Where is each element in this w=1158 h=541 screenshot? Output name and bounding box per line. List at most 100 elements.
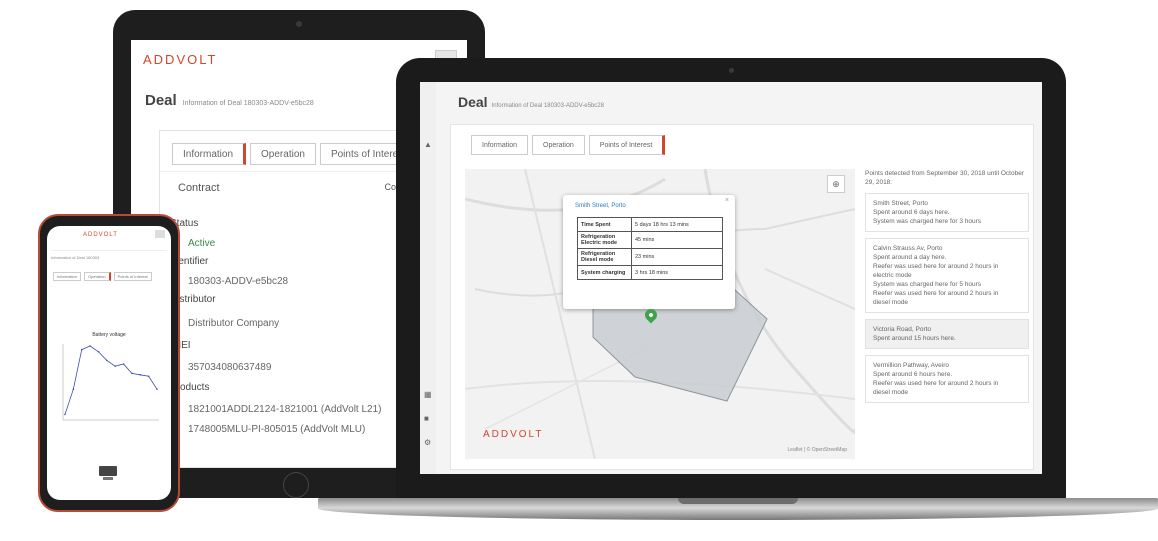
poi-detail: electric mode [873,272,912,279]
row-key: Refrigeration Diesel mode [577,248,632,266]
poi-name: Vermillion Pathway, Aveiro [873,362,949,369]
poi-container: Smith Street, Porto Spent around 6 days h… [865,193,1029,403]
tab-operation[interactable]: Operation [532,135,585,155]
truck-icon[interactable]: ■ [424,414,429,423]
data-point [80,348,83,351]
detected-range-text: Points detected from September 30, 2018 … [865,170,1024,186]
laptop-base [318,498,1158,520]
row-key: Time Spent [577,217,632,232]
page-title: Deal Information of Deal 180303-ADDV-e5bc… [145,92,314,109]
poi-detail: Spent around a day here. [873,254,947,261]
identifier-value: 180303-ADDV-e5bc28 [188,276,289,287]
data-point [64,413,66,416]
poi-card[interactable]: Victoria Road, Porto Spent around 15 hour… [865,319,1029,349]
laptop-camera [729,68,734,73]
data-point [156,388,158,390]
map-brand-logo: ADDVOLT [483,429,544,440]
table-row: Refrigeration Electric mode 45 mins [577,231,723,249]
phone-screen: ADDVOLT Information of Deal 180303 Infor… [47,226,171,500]
data-point [106,359,108,362]
map-popup: Smith Street, Porto × Time Spent 5 days 1… [563,195,735,309]
tablet-camera [296,21,302,27]
brand-logo: ADDVOLT [83,232,118,238]
battery-voltage-chart: Battery voltage [62,332,159,421]
poi-name: Smith Street, Porto [873,200,928,207]
page-subtitle: Information of Deal 180303-ADDV-e5bc28 [182,100,314,107]
poi-card[interactable]: Calvin Strauss Av, Porto Spent around a d… [865,238,1029,313]
tab-points-of-interest[interactable]: Points of Interest [113,272,152,281]
distributor-value: Distributor Company [188,318,280,329]
laptop-notch [678,498,798,504]
grid-icon[interactable]: ▦ [424,390,432,399]
truck-icon[interactable] [99,466,117,480]
tab-bar: Information Operation Points of Interest [471,135,669,155]
poi-card[interactable]: Vermillion Pathway, Aveiro Spent around 6… [865,355,1029,403]
row-value: 5 days 18 hrs 13 mins [631,217,723,232]
tab-operation[interactable]: Operation [250,143,316,165]
row-value: 3 hrs 18 mins [631,265,723,280]
imei-value: 357034080637489 [188,362,272,373]
sidebar: ▲ ▦ ■ ⚙ [420,82,436,474]
laptop-screen: ▲ ▦ ■ ⚙ Deal Information of Deal 180303-A… [420,82,1042,474]
data-point [97,350,100,353]
poi-detail: Reefer was used here for around 2 hours … [873,290,999,297]
page-title-text: Deal [458,94,488,110]
data-point [131,372,133,375]
table-row: System charging 3 hrs 18 mins [577,265,723,280]
brand-logo: ADDVOLT [143,52,218,67]
tab-information[interactable]: Information [53,272,82,281]
poi-detail: Spent around 6 hours here. [873,371,953,378]
close-icon[interactable]: × [725,197,729,204]
poi-detail: diesel mode [873,299,909,306]
poi-detail: Spent around 6 days here. [873,209,950,216]
row-key: Refrigeration Electric mode [577,231,632,249]
tab-information[interactable]: Information [172,143,247,165]
poi-name: Calvin Strauss Av, Porto [873,245,943,252]
page-subtitle: Information of Deal 180303-ADDV-e5bc28 [491,103,604,109]
page-title-text: Deal [145,92,177,109]
deal-card: Information Operation Points of Interest… [450,124,1034,470]
poi-detail: Reefer was used here for around 2 hours … [873,380,999,387]
row-value: 23 mins [631,248,723,266]
contract-label: Contract [178,182,220,194]
data-point [122,363,125,365]
crosshair-icon[interactable]: ⊕ [827,175,845,193]
map-view[interactable]: ⊕ Smith Street, Porto × Time Spent 5 days… [465,169,855,459]
poi-detail: Reefer was used here for around 2 hours … [873,263,999,270]
row-key: System charging [577,265,632,280]
gear-icon[interactable]: ⚙ [424,438,431,447]
poi-detail: diesel mode [873,389,909,396]
phone-device: ADDVOLT Information of Deal 180303 Infor… [38,214,180,512]
tab-information[interactable]: Information [471,135,529,155]
poi-detail: System was charged here for 3 hours [873,218,982,225]
data-point [72,388,75,390]
poi-detail: Spent around 15 hours here. [873,335,956,342]
table-row: Refrigeration Diesel mode 23 mins [577,248,723,266]
tablet-home-button [283,472,309,498]
product-item: 1748005MLU-PI-805015 (AddVolt MLU) [188,424,366,435]
row-value: 45 mins [631,231,723,249]
map-attribution[interactable]: Leaflet | © OpenStreetMap [788,447,847,453]
popup-title[interactable]: Smith Street, Porto [575,203,626,209]
tab-points-of-interest[interactable]: Points of Interest [588,135,666,155]
page-title: Deal Information of Deal 180303-ADDV-e5bc… [458,94,604,110]
data-point [89,345,91,347]
laptop-device: ▲ ▦ ■ ⚙ Deal Information of Deal 180303-A… [396,58,1066,498]
page-subtitle: Information of Deal 180303 [51,250,167,266]
chart-title: Battery voltage [92,332,126,338]
poi-list: Points detected from September 30, 2018 … [865,169,1029,459]
poi-card[interactable]: Smith Street, Porto Spent around 6 days h… [865,193,1029,232]
tab-bar: Information Operation Points of Interest [172,143,421,165]
data-point [139,374,142,376]
status-value: Active [188,238,216,249]
data-point [147,375,150,378]
popup-table: Time Spent 5 days 18 hrs 13 mins Refriger… [577,217,723,280]
poi-name: Victoria Road, Porto [873,326,932,333]
data-point [114,365,116,367]
tab-operation[interactable]: Operation [84,272,111,281]
product-item: 1821001ADDL2124-1821001 (AddVolt L21) [188,404,382,415]
table-row: Time Spent 5 days 18 hrs 13 mins [577,217,723,232]
menu-button[interactable] [155,230,165,238]
poi-detail: System was charged here for 5 hours [873,281,982,288]
home-icon[interactable]: ▲ [424,140,432,149]
